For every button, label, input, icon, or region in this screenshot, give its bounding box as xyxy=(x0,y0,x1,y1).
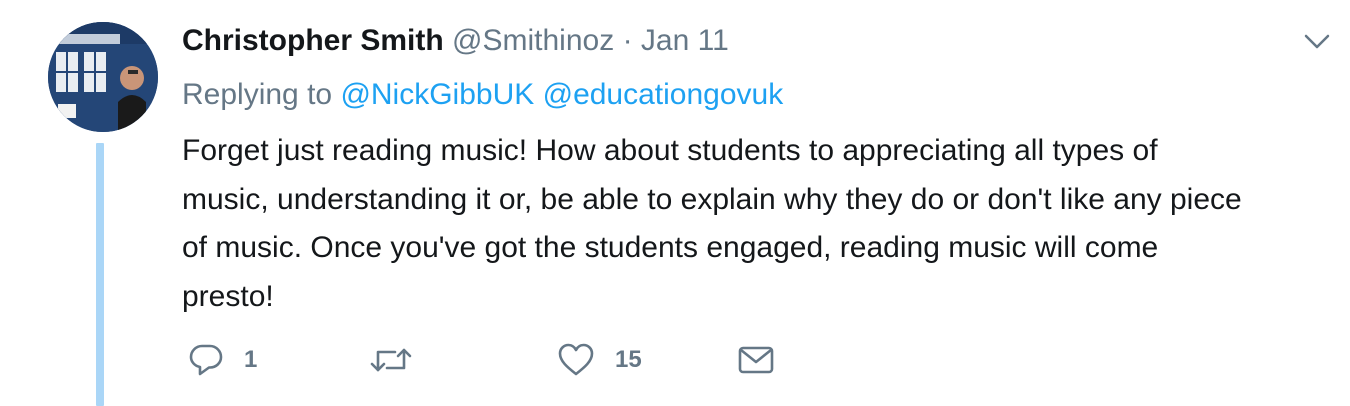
chevron-down-icon xyxy=(1304,34,1330,49)
avatar-photo xyxy=(48,22,158,132)
retweet-button[interactable] xyxy=(369,336,433,384)
author-handle[interactable]: @Smithinoz xyxy=(452,24,614,57)
envelope-icon xyxy=(738,346,774,374)
replying-to: Replying to @NickGibbUK @educationgovuk xyxy=(182,75,783,115)
reply-button[interactable]: 1 xyxy=(188,336,257,384)
retweet-icon xyxy=(370,348,412,372)
tweet-date[interactable]: Jan 11 xyxy=(641,24,729,57)
reply-icon xyxy=(189,344,223,376)
replying-label: Replying to xyxy=(182,78,333,111)
reply-count: 1 xyxy=(244,346,258,373)
direct-message-button[interactable] xyxy=(737,336,775,384)
like-button[interactable]: 15 xyxy=(557,336,642,384)
header-separator: · xyxy=(622,24,633,57)
mention-link[interactable]: @NickGibbUK xyxy=(340,78,534,111)
thread-line xyxy=(96,143,104,406)
author-name[interactable]: Christopher Smith xyxy=(182,24,444,57)
tweet-actions: 1 15 xyxy=(182,336,882,384)
like-count: 15 xyxy=(615,346,642,373)
mention-link[interactable]: @educationgovuk xyxy=(543,78,784,111)
more-options-button[interactable] xyxy=(1302,30,1332,54)
tweet-header: Christopher Smith @Smithinoz · Jan 11 xyxy=(182,21,729,61)
avatar[interactable] xyxy=(48,22,158,132)
tweet-text: Forget just reading music! How about stu… xyxy=(182,134,1242,313)
heart-icon xyxy=(558,343,594,376)
tweet[interactable]: Christopher Smith @Smithinoz · Jan 11 Re… xyxy=(0,0,1350,406)
